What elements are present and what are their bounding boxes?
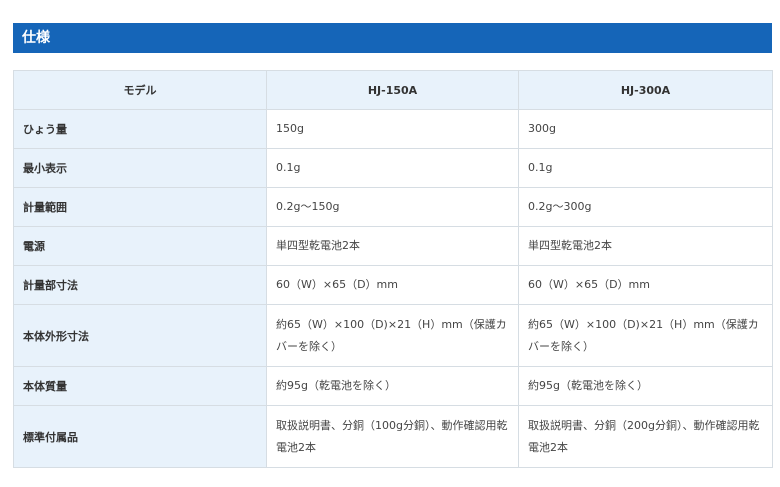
row-label: 標準付属品 [13, 405, 267, 468]
cell-hj-300a: 取扱説明書、分銅（200g分銅）、動作確認用乾電池2本 [518, 405, 773, 468]
header-model: モデル [13, 70, 267, 110]
cell-hj-150a: 60（W）×65（D）mm [266, 265, 519, 305]
cell-hj-150a: 約95g（乾電池を除く） [266, 366, 519, 406]
header-hj-300a: HJ-300A [518, 70, 773, 110]
row-label: 計量範囲 [13, 187, 267, 227]
cell-hj-150a: 単四型乾電池2本 [266, 226, 519, 266]
row-label: ひょう量 [13, 109, 267, 149]
cell-hj-300a: 300g [518, 109, 773, 149]
table-row: 電源 単四型乾電池2本 単四型乾電池2本 [13, 226, 773, 266]
table-row: 標準付属品 取扱説明書、分銅（100g分銅）、動作確認用乾電池2本 取扱説明書、… [13, 405, 773, 468]
row-label: 本体外形寸法 [13, 304, 267, 367]
header-hj-150a: HJ-150A [266, 70, 519, 110]
row-label: 電源 [13, 226, 267, 266]
cell-hj-300a: 60（W）×65（D）mm [518, 265, 773, 305]
cell-hj-150a: 150g [266, 109, 519, 149]
cell-hj-150a: 0.2g～150g [266, 187, 519, 227]
cell-hj-300a: 0.1g [518, 148, 773, 188]
table-row: 本体質量 約95g（乾電池を除く） 約95g（乾電池を除く） [13, 366, 773, 406]
row-label: 本体質量 [13, 366, 267, 406]
table-row: ひょう量 150g 300g [13, 109, 773, 149]
spec-table: モデル HJ-150A HJ-300A ひょう量 150g 300g 最小表示 … [13, 70, 773, 468]
table-row: 計量範囲 0.2g～150g 0.2g～300g [13, 187, 773, 227]
cell-hj-300a: 約95g（乾電池を除く） [518, 366, 773, 406]
table-row: 計量部寸法 60（W）×65（D）mm 60（W）×65（D）mm [13, 265, 773, 305]
cell-hj-300a: 約65（W）×100（D)×21（H）mm（保護カバーを除く） [518, 304, 773, 367]
cell-hj-150a: 約65（W）×100（D)×21（H）mm（保護カバーを除く） [266, 304, 519, 367]
cell-hj-150a: 取扱説明書、分銅（100g分銅）、動作確認用乾電池2本 [266, 405, 519, 468]
table-row: 本体外形寸法 約65（W）×100（D)×21（H）mm（保護カバーを除く） 約… [13, 304, 773, 367]
cell-hj-300a: 0.2g～300g [518, 187, 773, 227]
row-label: 最小表示 [13, 148, 267, 188]
section-title: 仕様 [22, 30, 50, 46]
section-header: 仕様 [13, 23, 772, 53]
cell-hj-150a: 0.1g [266, 148, 519, 188]
cell-hj-300a: 単四型乾電池2本 [518, 226, 773, 266]
row-label: 計量部寸法 [13, 265, 267, 305]
table-header-row: モデル HJ-150A HJ-300A [13, 70, 773, 110]
table-row: 最小表示 0.1g 0.1g [13, 148, 773, 188]
